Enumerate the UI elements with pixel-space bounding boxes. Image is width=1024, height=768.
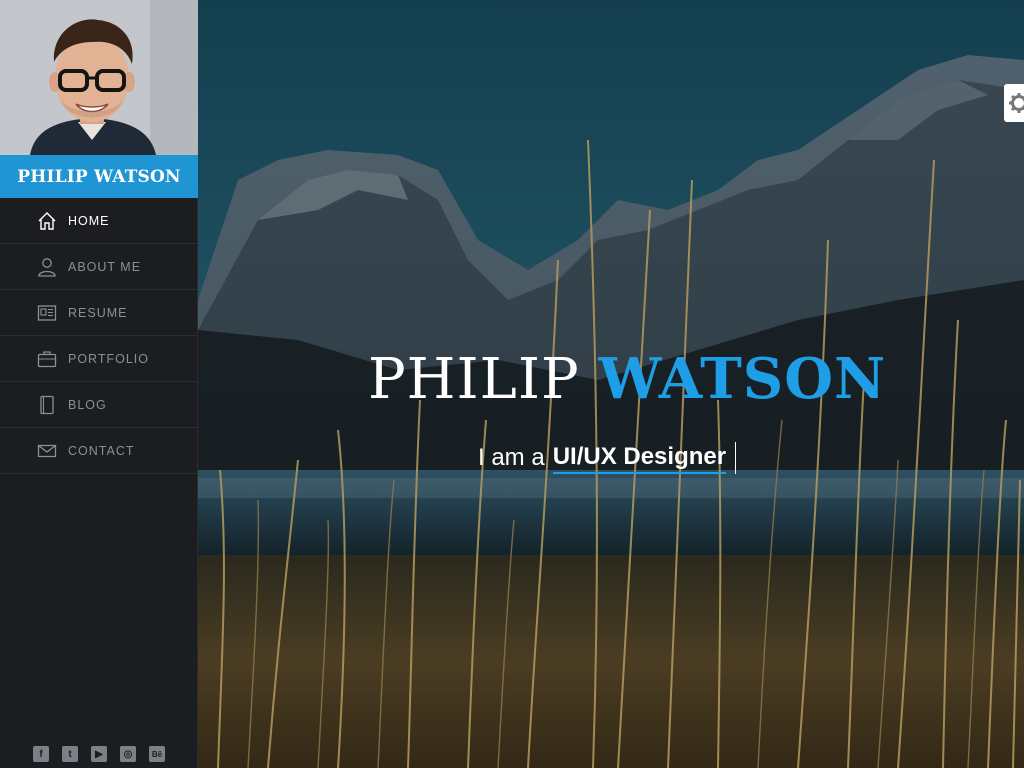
briefcase-icon <box>36 348 58 370</box>
gear-icon <box>1008 92 1024 114</box>
nav-item-resume[interactable]: RESUME <box>0 290 198 336</box>
settings-toggle[interactable] <box>1004 84 1024 122</box>
dribbble-icon[interactable]: ◎ <box>120 746 136 762</box>
nav-label-portfolio: PORTFOLIO <box>68 351 150 366</box>
nav-item-home[interactable]: HOME <box>0 198 198 244</box>
facebook-icon[interactable]: f <box>33 746 49 762</box>
hero-subtitle: I am a UI/UX Designer <box>478 438 737 478</box>
hero-title-last: WATSON <box>598 346 887 412</box>
nav-item-contact[interactable]: CONTACT <box>0 428 198 474</box>
home-icon <box>36 210 58 232</box>
hero-subtitle-prefix: I am a <box>478 444 545 471</box>
nav-label-home: HOME <box>68 213 110 228</box>
hero-title: PHILIP WATSON <box>368 344 888 415</box>
main-nav: HOME ABOUT ME RESUME PORTFOLIO BLOG CONT… <box>0 198 198 474</box>
nav-item-portfolio[interactable]: PORTFOLIO <box>0 336 198 382</box>
typing-cursor <box>735 442 737 474</box>
nav-item-about[interactable]: ABOUT ME <box>0 244 198 290</box>
envelope-icon <box>36 440 58 462</box>
behance-icon[interactable]: Bē <box>149 746 165 762</box>
resume-icon <box>36 302 58 324</box>
book-icon <box>36 394 58 416</box>
nav-label-contact: CONTACT <box>68 443 135 458</box>
profile-photo <box>0 0 198 155</box>
profile-name: PHILIP WATSON <box>0 155 198 198</box>
user-icon <box>36 256 58 278</box>
hero-title-first: PHILIP <box>368 347 580 412</box>
nav-label-blog: BLOG <box>68 397 107 412</box>
hero-subtitle-role: UI/UX Designer <box>552 443 727 474</box>
nav-label-resume: RESUME <box>68 305 128 320</box>
nav-label-about: ABOUT ME <box>68 259 142 274</box>
nav-item-blog[interactable]: BLOG <box>0 382 198 428</box>
twitter-icon[interactable]: t <box>62 746 78 762</box>
sidebar: PHILIP WATSON HOME ABOUT ME RESUME PORTF… <box>0 0 198 768</box>
youtube-icon[interactable]: ▶ <box>91 746 107 762</box>
hero-section: PHILIP WATSON I am a UI/UX Designer <box>198 0 1024 768</box>
social-links: f t ▶ ◎ Bē <box>0 740 198 768</box>
